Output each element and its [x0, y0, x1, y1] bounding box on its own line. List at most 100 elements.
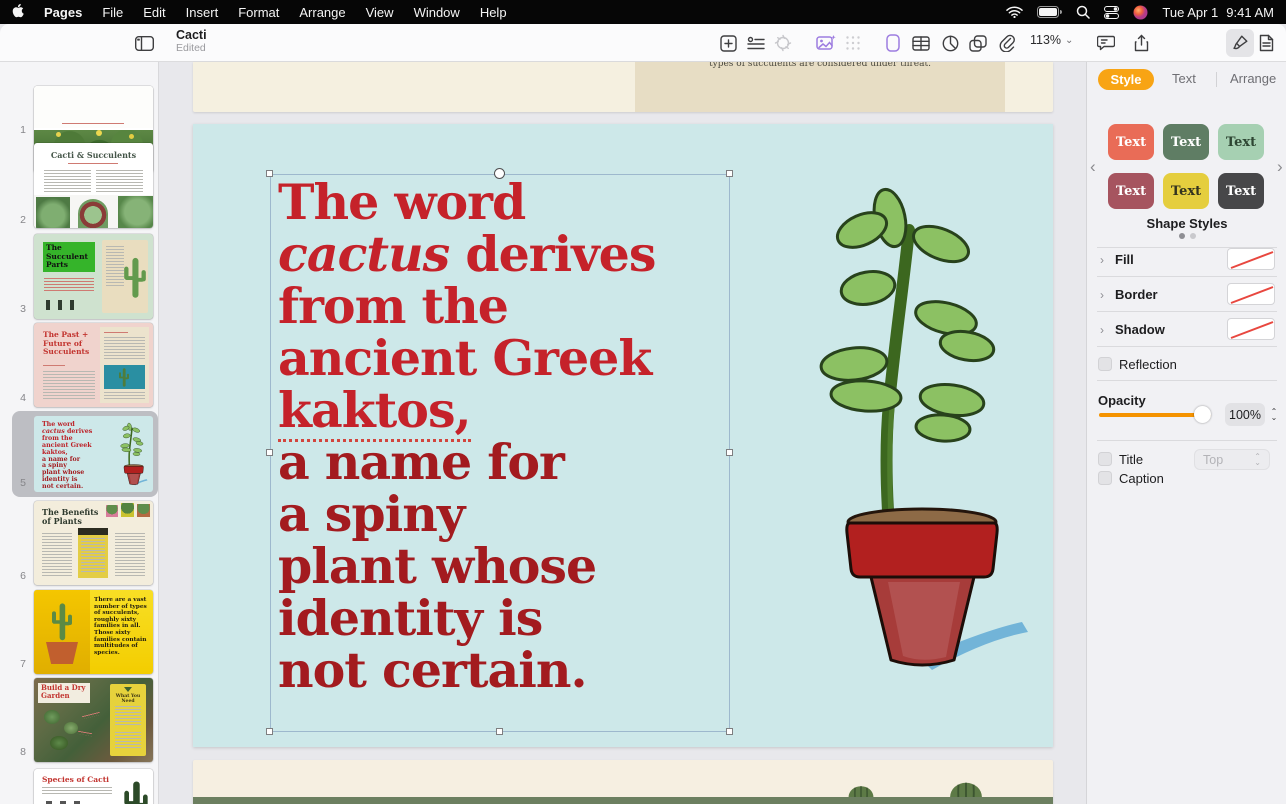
selection-handle-top-left[interactable] [266, 170, 273, 177]
shape-style-swatch-6[interactable]: Text [1218, 173, 1264, 209]
page-6-partial[interactable] [193, 760, 1053, 804]
zoom-value: 113% [1030, 33, 1061, 47]
styles-prev-icon[interactable]: ‹ [1090, 157, 1096, 177]
sidebar-toggle-button[interactable] [131, 30, 157, 56]
share-button[interactable] [1127, 29, 1155, 57]
shadow-disclosure-icon[interactable]: › [1100, 323, 1104, 337]
page-number: 3 [0, 303, 26, 315]
selection-handle-top-right[interactable] [726, 170, 733, 177]
page-4-tail-text: types of succulents are considered under… [635, 62, 1005, 69]
text-line: from the [278, 280, 728, 332]
menu-clock[interactable]: Tue Apr 1 9:41 AM [1162, 5, 1274, 20]
page-number: 4 [0, 392, 26, 404]
shape-style-swatch-3[interactable]: Text [1218, 124, 1264, 160]
menu-file[interactable]: File [92, 5, 133, 20]
attach-icon[interactable] [993, 29, 1021, 57]
shapes-button[interactable] [964, 29, 992, 57]
opacity-slider-knob[interactable] [1194, 406, 1211, 423]
page-6-green-band [193, 797, 1053, 804]
thumbnail-page-7[interactable]: There are a vast number of types of succ… [34, 590, 153, 674]
control-center-icon[interactable] [1104, 6, 1119, 19]
opacity-stepper[interactable]: ⌃⌄ [1268, 403, 1280, 426]
page-5-canvas[interactable]: The word cactus derives from the ancient… [193, 124, 1053, 747]
shape-style-swatch-2[interactable]: Text [1163, 124, 1209, 160]
text-box-button[interactable] [742, 29, 770, 57]
text-line: kaktos, [278, 384, 728, 436]
cactus-text-block[interactable]: The word cactus derives from the ancient… [278, 176, 728, 696]
siri-icon[interactable] [1133, 5, 1148, 20]
toolbar: Cacti Edited [0, 24, 1286, 62]
format-inspector: Style Text Arrange ‹ › Text Text Text Te… [1086, 62, 1286, 804]
selection-handle-bottom-right[interactable] [726, 728, 733, 735]
media-button[interactable] [812, 29, 840, 57]
shape-style-swatch-4[interactable]: Text [1108, 173, 1154, 209]
opacity-value[interactable]: 100% [1225, 403, 1265, 426]
tab-arrange[interactable]: Arrange [1230, 71, 1276, 86]
title-label: Title [1119, 452, 1143, 467]
menu-window[interactable]: Window [404, 5, 470, 20]
menu-left: Pages File Edit Insert Format Arrange Vi… [0, 3, 517, 21]
border-disclosure-icon[interactable]: › [1100, 288, 1104, 302]
selection-handle-mid-right[interactable] [726, 449, 733, 456]
selection-handle-bottom-center[interactable] [496, 728, 503, 735]
pagination-dot[interactable] [1190, 233, 1196, 239]
fill-disclosure-icon[interactable]: › [1100, 253, 1104, 267]
menu-help[interactable]: Help [470, 5, 517, 20]
thumbnail-page-3[interactable]: The Succulent Parts [34, 234, 153, 319]
reflection-label: Reflection [1119, 357, 1177, 372]
format-button[interactable] [1226, 29, 1254, 57]
tab-style[interactable]: Style [1098, 69, 1154, 90]
insert-button[interactable] [714, 29, 742, 57]
selection-handle-bottom-left[interactable] [266, 728, 273, 735]
menu-status-area: Tue Apr 1 9:41 AM [1006, 5, 1286, 20]
wifi-icon[interactable] [1006, 6, 1023, 18]
thumbnail-page-5[interactable]: The word cactus derives from the ancient… [34, 416, 153, 492]
text-frame-button[interactable] [879, 29, 907, 57]
reflection-checkbox[interactable] [1098, 357, 1112, 371]
canvas-workspace[interactable]: types of succulents are considered under… [159, 62, 1086, 804]
rotation-handle[interactable] [494, 168, 505, 179]
jade-plant-illustration[interactable] [770, 178, 1032, 678]
text-line: plant whose [278, 540, 728, 592]
tab-text[interactable]: Text [1172, 71, 1196, 86]
menu-edit[interactable]: Edit [133, 5, 175, 20]
page-thumbnails-sidebar: 1 2 Cacti & Succulents [0, 62, 159, 804]
thumbnail-page-2[interactable]: Cacti & Succulents [34, 143, 153, 228]
selection-handle-mid-left[interactable] [266, 449, 273, 456]
shape-style-swatch-1[interactable]: Text [1108, 124, 1154, 160]
title-checkbox[interactable] [1098, 452, 1112, 466]
table-button[interactable] [907, 29, 935, 57]
shadow-none-swatch[interactable] [1227, 318, 1275, 340]
document-settings-button[interactable] [1252, 29, 1280, 57]
pages-window: Cacti Edited [0, 24, 1286, 804]
search-icon[interactable] [1076, 5, 1090, 19]
comment-button[interactable] [1092, 29, 1120, 57]
fill-none-swatch[interactable] [1227, 248, 1275, 270]
apple-menu-icon[interactable] [0, 3, 34, 21]
title-position-dropdown[interactable]: Top ⌃⌄ [1194, 449, 1270, 470]
thumbnail-page-4[interactable]: The Past + Future of Succulents [34, 323, 153, 407]
border-label: Border [1115, 287, 1158, 302]
battery-icon[interactable] [1037, 6, 1062, 18]
thumbnail-page-8[interactable]: Build a Dry Garden What You Need [34, 678, 153, 762]
text-line: identity is [278, 592, 728, 644]
thumbnail-page-6[interactable]: The Benefits of Plants [34, 501, 153, 585]
menu-format[interactable]: Format [228, 5, 289, 20]
chart-button[interactable] [936, 29, 964, 57]
thumb8-card-title: What You Need [114, 694, 142, 704]
page-4-partial[interactable]: types of succulents are considered under… [193, 62, 1053, 112]
thumbnail-page-9[interactable]: Species of Cacti [34, 769, 153, 804]
styles-next-icon[interactable]: › [1277, 157, 1283, 177]
menu-arrange[interactable]: Arrange [289, 5, 355, 20]
page-number: 8 [0, 746, 26, 758]
menu-app-name[interactable]: Pages [34, 5, 92, 20]
border-none-swatch[interactable] [1227, 283, 1275, 305]
zoom-control[interactable]: 113% ⌄ [1030, 33, 1073, 47]
pagination-dot-active[interactable] [1179, 233, 1185, 239]
menu-view[interactable]: View [356, 5, 404, 20]
caption-checkbox[interactable] [1098, 471, 1112, 485]
menu-insert[interactable]: Insert [176, 5, 229, 20]
shape-styles-label: Shape Styles [1087, 216, 1286, 231]
shape-style-swatch-5[interactable]: Text [1163, 173, 1209, 209]
document-title-block[interactable]: Cacti Edited [176, 28, 207, 54]
